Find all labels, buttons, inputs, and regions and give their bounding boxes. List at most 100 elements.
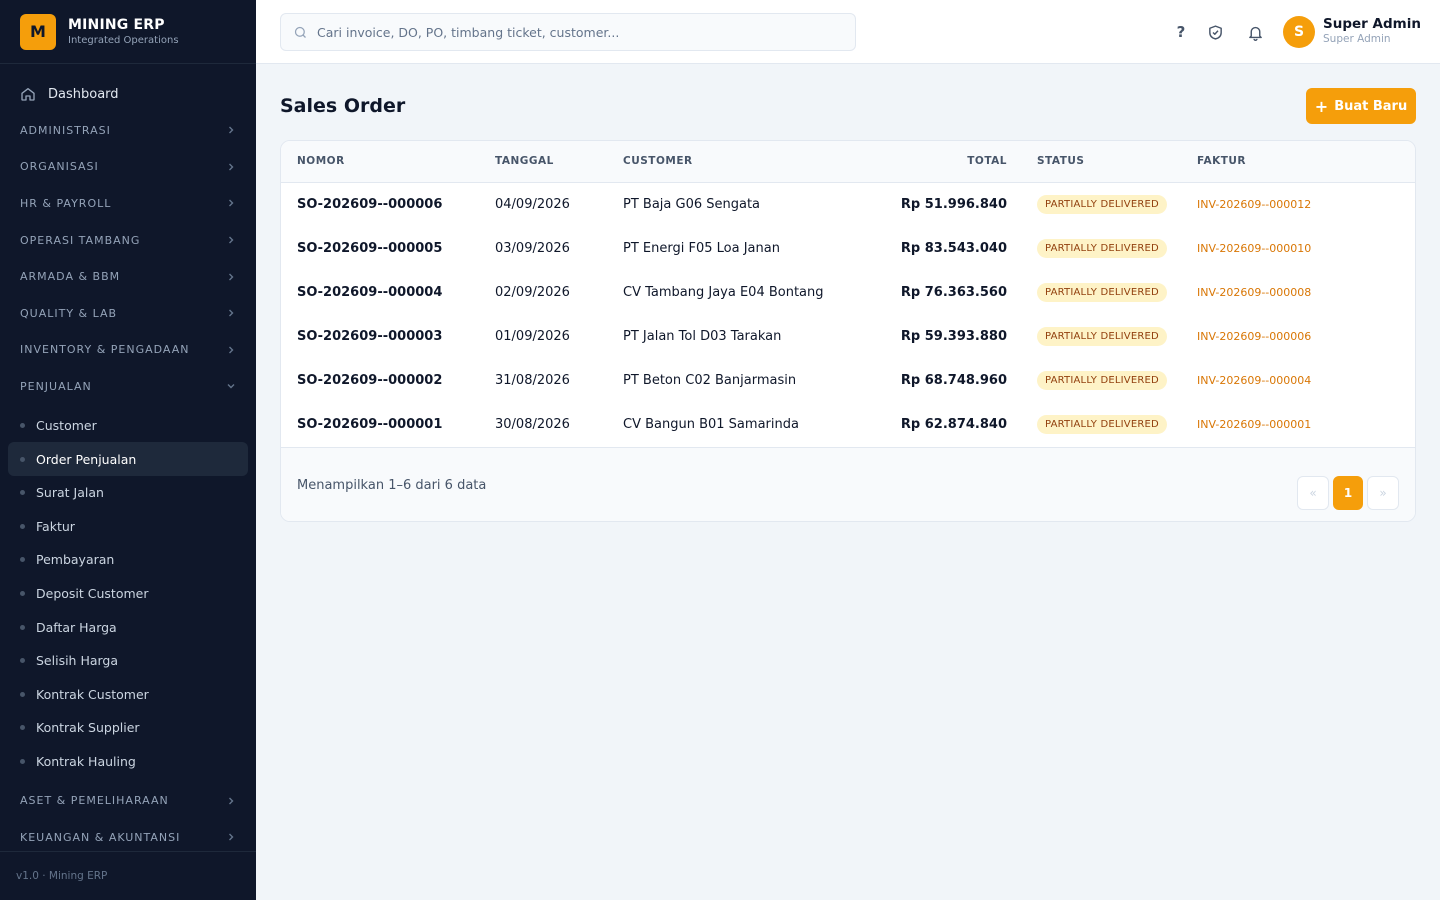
cell-nomor[interactable]: SO-202609--000006 bbox=[281, 182, 495, 226]
cell-status: PARTIALLY DELIVERED bbox=[1007, 402, 1197, 446]
chevron-right-icon bbox=[229, 199, 234, 207]
sidebar-group-inventory-and-pengadaan[interactable]: INVENTORY & PENGADAAN bbox=[0, 332, 256, 369]
table-row[interactable]: SO-202609--000006 04/09/2026 PT Baja G06 S… bbox=[281, 182, 1415, 226]
sidebar-item-faktur[interactable]: Faktur bbox=[8, 510, 248, 544]
cell-nomor[interactable]: SO-202609--000005 bbox=[281, 226, 495, 270]
table-row[interactable]: SO-202609--000004 02/09/2026 CV Tambang Ja… bbox=[281, 270, 1415, 314]
invoice-link[interactable]: INV-202609--000001 bbox=[1197, 418, 1311, 431]
sidebar-group-label: QUALITY & LAB bbox=[20, 306, 118, 320]
cell-faktur: INV-202609--000004 bbox=[1197, 358, 1415, 402]
cell-total: Rp 59.393.880 bbox=[900, 328, 1007, 344]
table-row[interactable]: SO-202609--000002 31/08/2026 PT Beton C02 … bbox=[281, 358, 1415, 402]
bullet-dot-icon bbox=[20, 624, 25, 630]
sidebar-group-administrasi[interactable]: ADMINISTRASI bbox=[0, 112, 256, 149]
bullet-dot-icon bbox=[20, 456, 25, 462]
sidebar-group-label: HR & PAYROLL bbox=[20, 196, 112, 210]
sidebar-group-penjualan[interactable]: PENJUALAN bbox=[0, 368, 256, 405]
cell-nomor[interactable]: SO-202609--000003 bbox=[281, 314, 495, 358]
plus-icon: + bbox=[1314, 96, 1329, 116]
pagination-next-button[interactable]: » bbox=[1367, 476, 1399, 510]
help-icon[interactable]: ? bbox=[1171, 22, 1191, 42]
create-new-label: Buat Baru bbox=[1334, 98, 1408, 114]
cell-faktur: INV-202609--000001 bbox=[1197, 402, 1415, 446]
sidebar-item-pembayaran[interactable]: Pembayaran bbox=[8, 543, 248, 577]
bullet-dot-icon bbox=[20, 725, 25, 731]
sidebar-item-order-penjualan[interactable]: Order Penjualan bbox=[8, 442, 248, 476]
cell-faktur: INV-202609--000006 bbox=[1197, 314, 1415, 358]
sidebar-item-daftar-harga[interactable]: Daftar Harga bbox=[8, 610, 248, 644]
cell-status: PARTIALLY DELIVERED bbox=[1007, 270, 1197, 314]
create-new-button[interactable]: + Buat Baru bbox=[1306, 88, 1416, 124]
sales-order-table: NOMOR TANGGAL CUSTOMER TOTAL STATUS FAKT… bbox=[281, 141, 1415, 446]
table-row[interactable]: SO-202609--000005 03/09/2026 PT Energi F05… bbox=[281, 226, 1415, 270]
sidebar-item-deposit-customer[interactable]: Deposit Customer bbox=[8, 577, 248, 611]
chevron-down-icon bbox=[227, 384, 235, 389]
sidebar-item-label: Dashboard bbox=[48, 86, 119, 102]
sidebar-item-customer[interactable]: Customer bbox=[8, 409, 248, 443]
cell-customer: CV Bangun B01 Samarinda bbox=[623, 416, 799, 432]
invoice-link[interactable]: INV-202609--000010 bbox=[1197, 242, 1311, 255]
sidebar-item-surat-jalan[interactable]: Surat Jalan bbox=[8, 476, 248, 510]
sidebar: M MINING ERP Integrated Operations Dashb… bbox=[0, 0, 256, 900]
chevron-right-icon bbox=[229, 309, 234, 317]
cell-customer: PT Jalan Tol D03 Tarakan bbox=[623, 328, 782, 344]
pagination-prev-button[interactable]: « bbox=[1297, 476, 1329, 510]
invoice-link[interactable]: INV-202609--000008 bbox=[1197, 286, 1311, 299]
sidebar-group-label: INVENTORY & PENGADAAN bbox=[20, 343, 190, 357]
invoice-link[interactable]: INV-202609--000004 bbox=[1197, 374, 1311, 387]
bell-icon[interactable] bbox=[1245, 22, 1265, 42]
cell-customer: PT Beton C02 Banjarmasin bbox=[623, 372, 797, 388]
cell-customer: PT Baja G06 Sengata bbox=[623, 196, 761, 212]
cell-status: PARTIALLY DELIVERED bbox=[1007, 182, 1197, 226]
cell-total: Rp 76.363.560 bbox=[900, 284, 1007, 300]
sidebar-group-hr-and-payroll[interactable]: HR & PAYROLL bbox=[0, 185, 256, 222]
bullet-dot-icon bbox=[20, 758, 25, 764]
column-header-status[interactable]: STATUS bbox=[1007, 141, 1197, 183]
sidebar-item-label: Kontrak Hauling bbox=[36, 753, 136, 769]
column-header-nomor[interactable]: NOMOR bbox=[281, 141, 495, 183]
chevron-right-icon bbox=[229, 833, 234, 841]
sidebar-item-kontrak-customer[interactable]: Kontrak Customer bbox=[8, 678, 248, 712]
table-row[interactable]: SO-202609--000001 30/08/2026 CV Bangun B01… bbox=[281, 402, 1415, 446]
chevron-right-icon bbox=[229, 273, 234, 281]
column-header-total[interactable]: TOTAL bbox=[863, 141, 1007, 183]
sidebar-group-operasi-tambang[interactable]: OPERASI TAMBANG bbox=[0, 222, 256, 259]
column-header-tanggal[interactable]: TANGGAL bbox=[495, 141, 623, 183]
brand-subtitle: Integrated Operations bbox=[68, 35, 179, 46]
invoice-link[interactable]: INV-202609--000006 bbox=[1197, 330, 1311, 343]
sidebar-footer: v1.0 · Mining ERP bbox=[0, 851, 256, 900]
sidebar-item-kontrak-supplier[interactable]: Kontrak Supplier bbox=[8, 711, 248, 745]
avatar[interactable]: S bbox=[1283, 16, 1315, 48]
sidebar-item-label: Surat Jalan bbox=[36, 485, 104, 501]
sidebar-group-quality-and-lab[interactable]: QUALITY & LAB bbox=[0, 295, 256, 332]
table-row[interactable]: SO-202609--000003 01/09/2026 PT Jalan Tol … bbox=[281, 314, 1415, 358]
column-header-faktur[interactable]: FAKTUR bbox=[1197, 141, 1415, 183]
pagination-page-button[interactable]: 1 bbox=[1333, 476, 1363, 510]
shield-icon[interactable] bbox=[1205, 22, 1225, 42]
sidebar-group-label: ORGANISASI bbox=[20, 160, 99, 174]
cell-customer: PT Energi F05 Loa Janan bbox=[623, 240, 780, 256]
sidebar-group-keuangan-and-akuntansi[interactable]: KEUANGAN & AKUNTANSI bbox=[0, 819, 256, 856]
sidebar-item-kontrak-hauling[interactable]: Kontrak Hauling bbox=[8, 745, 248, 779]
column-header-customer[interactable]: CUSTOMER bbox=[623, 141, 863, 183]
invoice-link[interactable]: INV-202609--000012 bbox=[1197, 198, 1311, 211]
sidebar-item-label: Deposit Customer bbox=[36, 586, 149, 602]
search-box[interactable] bbox=[280, 13, 856, 51]
sidebar-group-armada-and-bbm[interactable]: ARMADA & BBM bbox=[0, 258, 256, 295]
cell-status: PARTIALLY DELIVERED bbox=[1007, 314, 1197, 358]
search-input[interactable] bbox=[317, 24, 837, 40]
user-name: Super Admin bbox=[1323, 16, 1421, 32]
sidebar-item-selisih-harga[interactable]: Selisih Harga bbox=[8, 644, 248, 678]
cell-nomor[interactable]: SO-202609--000001 bbox=[281, 402, 495, 446]
chevron-right-icon bbox=[229, 236, 234, 244]
sidebar-group-aset-and-pemeliharaan[interactable]: ASET & PEMELIHARAAN bbox=[0, 782, 256, 819]
brand[interactable]: M MINING ERP Integrated Operations bbox=[0, 0, 256, 64]
cell-nomor[interactable]: SO-202609--000004 bbox=[281, 270, 495, 314]
cell-tanggal: 30/08/2026 bbox=[495, 416, 570, 432]
cell-nomor[interactable]: SO-202609--000002 bbox=[281, 358, 495, 402]
sidebar-group-organisasi[interactable]: ORGANISASI bbox=[0, 149, 256, 186]
user-menu[interactable]: Super Admin Super Admin bbox=[1323, 16, 1421, 45]
pagination: « 1 » bbox=[1297, 476, 1399, 510]
sidebar-item-dashboard[interactable]: Dashboard bbox=[8, 76, 248, 112]
sidebar-item-label: Faktur bbox=[36, 518, 75, 534]
